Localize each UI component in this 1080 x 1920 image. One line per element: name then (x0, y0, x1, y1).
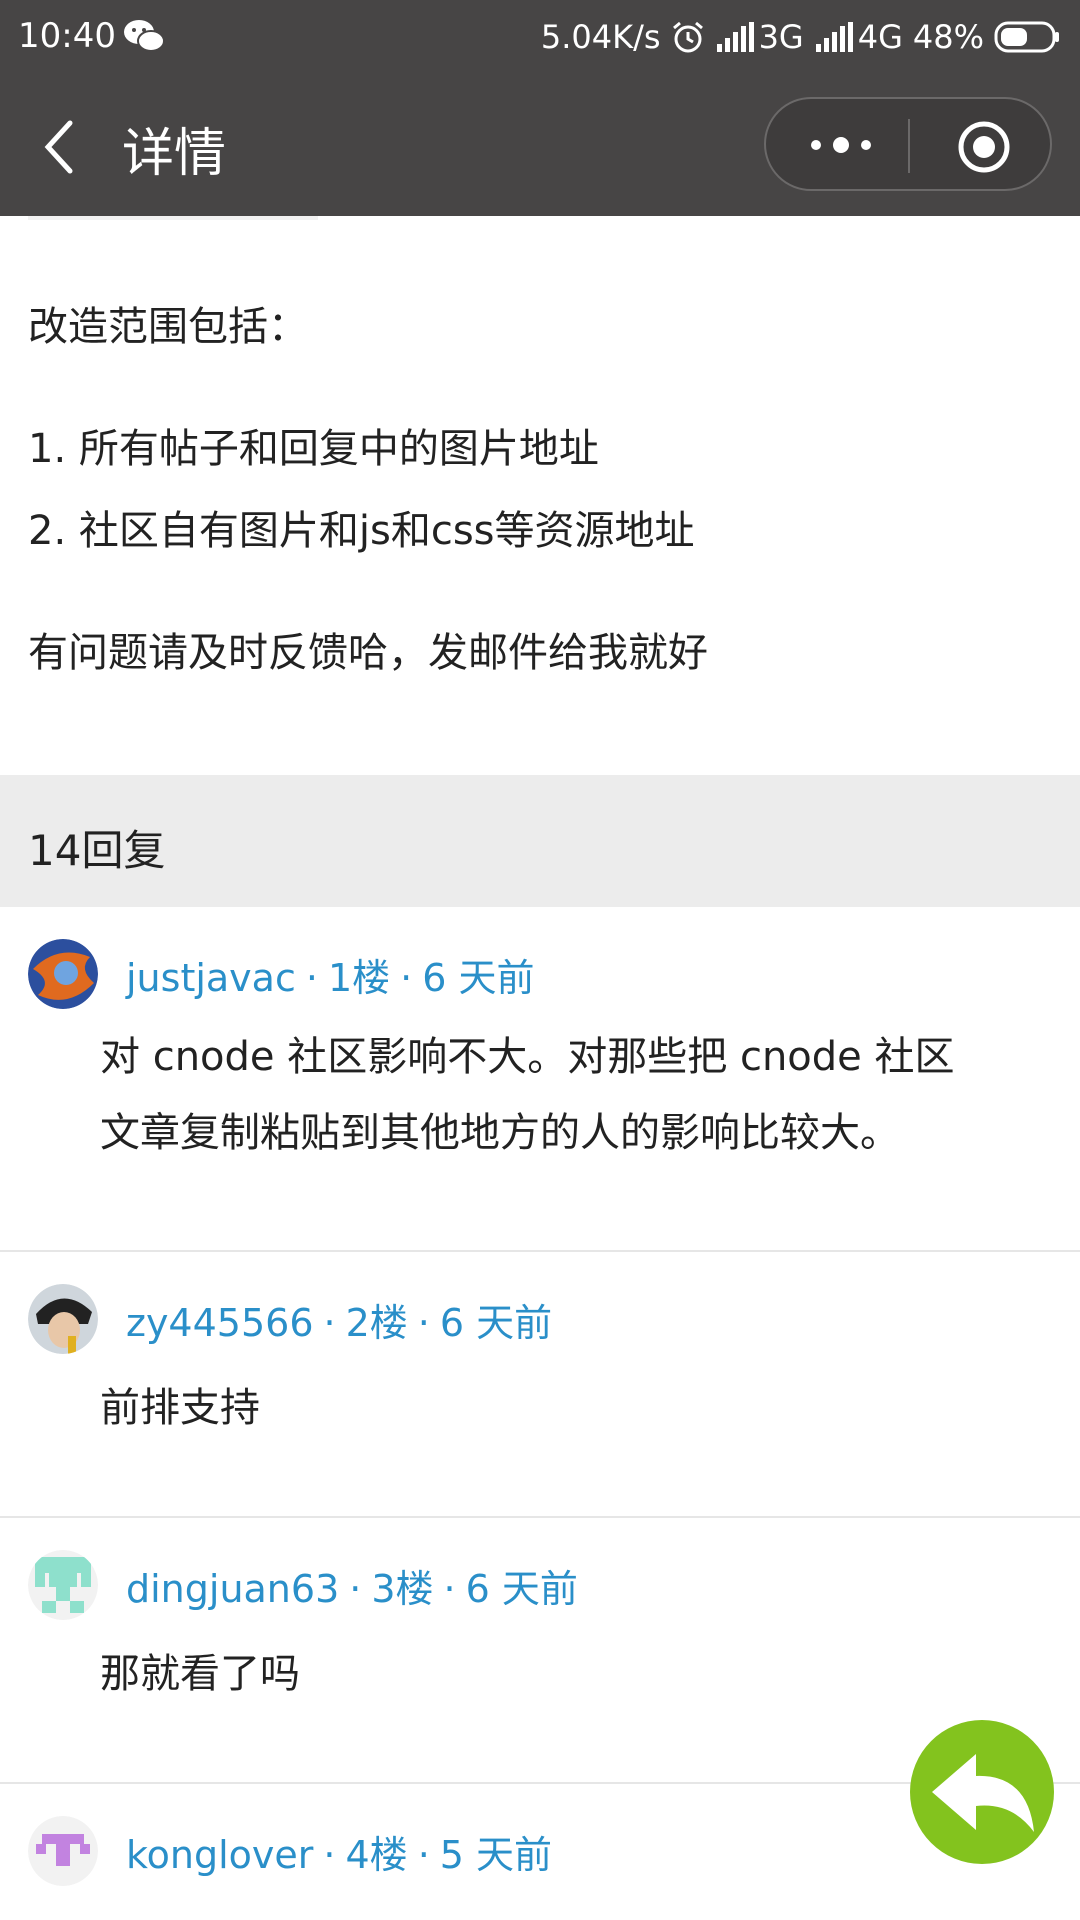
reply-time: 6 天前 (465, 1567, 578, 1611)
battery-percent: 48% (912, 18, 984, 56)
status-bar: 10:40 5.04K/s 3G 4G 48% (0, 0, 1080, 75)
target-icon[interactable] (956, 119, 1012, 175)
reply-floor: 4楼 (345, 1833, 408, 1877)
back-icon[interactable] (40, 117, 80, 177)
network-type-2: 4G (857, 18, 903, 56)
title-bar: 详情 (0, 75, 1080, 216)
capsule-divider (908, 119, 910, 173)
author-link[interactable]: konglover (126, 1833, 313, 1877)
signal-icon (716, 22, 754, 52)
alarm-icon (672, 21, 703, 53)
reply-floor: 1楼 (327, 956, 391, 1000)
signal-icon (815, 22, 853, 52)
scope-heading: 改造范围包括： (28, 304, 308, 350)
reply-floor: 2楼 (345, 1301, 408, 1345)
reply-time: 6 天前 (439, 1301, 553, 1345)
more-icon[interactable] (806, 127, 876, 163)
reply-meta: justjavac · 1楼 · 6 天前 (126, 956, 535, 1000)
network-type-1: 3G (758, 18, 804, 56)
reply-meta: konglover · 4楼 · 5 天前 (126, 1833, 553, 1877)
avatar[interactable] (28, 1284, 98, 1354)
avatar-identicon-icon (28, 1550, 98, 1620)
status-time: 10:40 (18, 16, 116, 56)
reply-content: 对 cnode 社区影响不大。对那些把 cnode 社区 文章复制粘贴到其他地方… (100, 1034, 955, 1156)
reply-floor: 3楼 (371, 1567, 434, 1611)
author-link[interactable]: dingjuan63 (126, 1567, 339, 1611)
reply-time: 6 天前 (422, 956, 535, 1000)
reply-content: 那就看了吗 (100, 1651, 300, 1697)
battery-icon (994, 21, 1059, 53)
content-area[interactable]: 改造范围包括： 1. 所有帖子和回复中的图片地址 2. 社区自有图片和js和cs… (0, 216, 1080, 1920)
floating-back-button[interactable] (910, 1720, 1054, 1864)
wechat-icon (124, 20, 165, 52)
reply-meta: dingjuan63 · 3楼 · 6 天前 (126, 1567, 578, 1611)
list-item: 1. 所有帖子和回复中的图片地址 (28, 426, 599, 472)
avatar[interactable] (28, 1550, 98, 1620)
code-block-edge (28, 216, 318, 220)
author-link[interactable]: justjavac (126, 956, 296, 1000)
reply-item: justjavac · 1楼 · 6 天前 对 cnode 社区影响不大。对那些把 cn… (0, 907, 1080, 1252)
reply-content: 前排支持 (100, 1385, 260, 1431)
reply-item: dingjuan63 · 3楼 · 6 天前 那就看了吗 (0, 1518, 1080, 1784)
replies-header: 14回复 (0, 775, 1080, 907)
author-link[interactable]: zy445566 (126, 1301, 314, 1345)
reply-time: 5 天前 (439, 1833, 553, 1877)
avatar-identicon-icon (28, 1816, 98, 1886)
reply-item: zy445566 · 2楼 · 6 天前 前排支持 (0, 1252, 1080, 1518)
avatar[interactable] (28, 939, 98, 1009)
list-item: 2. 社区自有图片和js和css等资源地址 (28, 508, 695, 554)
reply-back-icon (932, 1754, 1034, 1832)
reply-meta: zy445566 · 2楼 · 6 天前 (126, 1301, 553, 1345)
avatar-image-icon (28, 1284, 98, 1354)
page-title: 详情 (122, 124, 227, 184)
net-speed: 5.04K/s (540, 18, 661, 56)
feedback-text: 有问题请及时反馈哈，发邮件给我就好 (28, 630, 708, 676)
avatar[interactable] (28, 1816, 98, 1886)
mini-program-capsule (764, 97, 1052, 191)
reply-count: 14回复 (28, 826, 166, 875)
avatar-image-icon (28, 939, 98, 1009)
